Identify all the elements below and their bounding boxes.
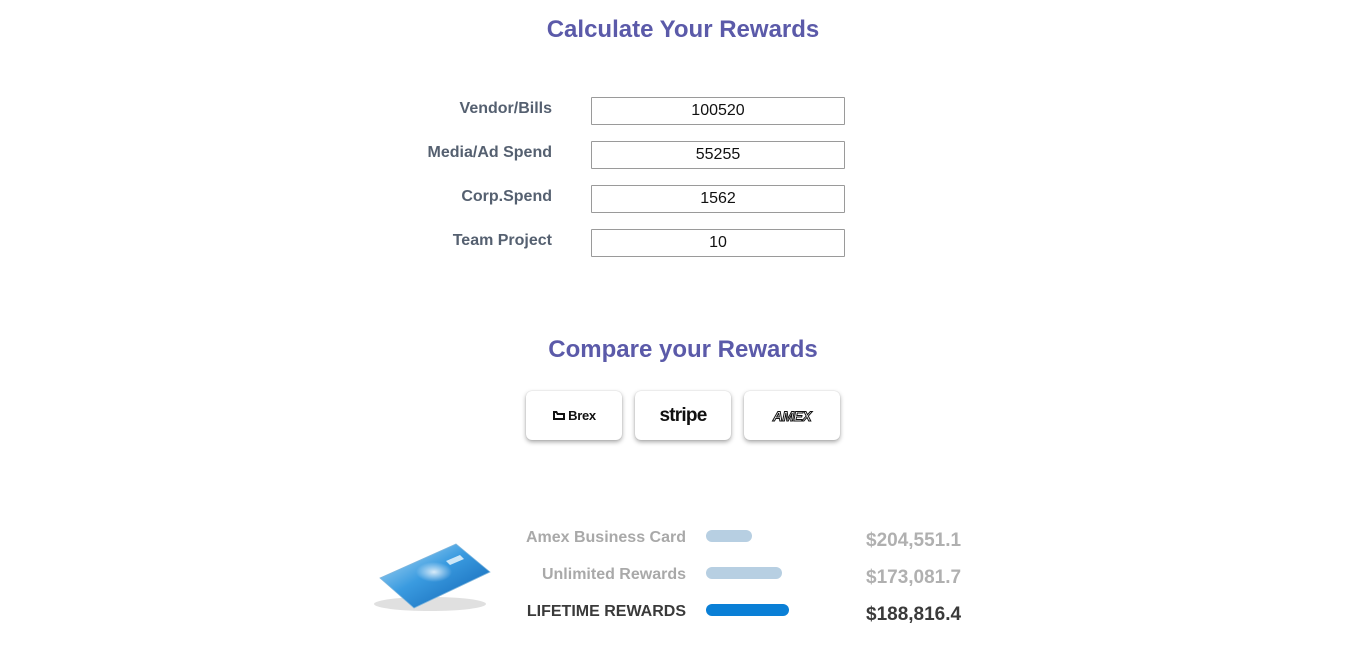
lifetime-rewards-bar	[706, 604, 806, 616]
brex-logo-icon: Brex	[552, 408, 596, 423]
corp-spend-row: Corp.Spend	[0, 185, 1361, 213]
media-ad-spend-label: Media/Ad Spend	[427, 144, 552, 161]
lifetime-rewards-bar-fill	[706, 604, 789, 616]
team-project-label: Team Project	[452, 232, 552, 249]
lifetime-rewards-value: $188,816.4	[866, 604, 962, 625]
amex-business-card-bar-fill	[706, 530, 752, 542]
corp-spend-label: Corp.Spend	[461, 188, 552, 205]
compare-rewards-title: Compare your Rewards	[548, 336, 818, 363]
amex-business-card-label: Amex Business Card	[525, 529, 686, 546]
media-ad-spend-input[interactable]	[591, 141, 845, 169]
corp-spend-input[interactable]	[591, 185, 845, 213]
team-project-row: Team Project	[0, 229, 1361, 257]
amex-business-card-bar	[706, 530, 806, 542]
unlimited-rewards-label: Unlimited Rewards	[541, 566, 686, 583]
unlimited-rewards-value: $173,081.7	[866, 567, 962, 588]
amex-logo-icon: AMEX	[772, 407, 812, 424]
lifetime-rewards-label: LIFETIME REWARDS	[526, 603, 686, 620]
vendor-bills-input[interactable]	[591, 97, 845, 125]
unlimited-rewards-bar	[706, 567, 806, 579]
amex-business-card-value: $204,551.1	[866, 530, 962, 551]
brex-button[interactable]: Brex	[526, 391, 622, 440]
media-ad-spend-row: Media/Ad Spend	[0, 141, 1361, 169]
vendor-bills-label: Vendor/Bills	[459, 100, 552, 117]
team-project-input[interactable]	[591, 229, 845, 257]
brex-logo-text: Brex	[568, 408, 596, 423]
stripe-logo-icon: stripe	[659, 404, 708, 426]
calculate-rewards-title: Calculate Your Rewards	[546, 16, 820, 43]
credit-card-image	[374, 543, 491, 611]
amex-button[interactable]: AMEX	[744, 391, 840, 440]
stripe-button[interactable]: stripe	[635, 391, 731, 440]
unlimited-rewards-bar-fill	[706, 567, 782, 579]
vendor-bills-row: Vendor/Bills	[0, 97, 1361, 125]
